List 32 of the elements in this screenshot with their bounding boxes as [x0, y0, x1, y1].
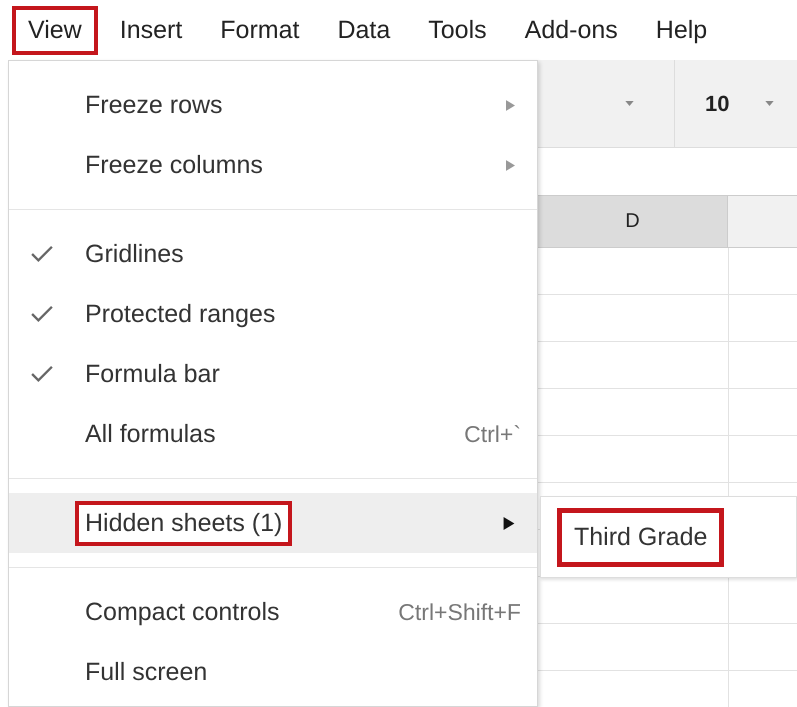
menu-item-label: Full screen	[84, 656, 208, 688]
shortcut-text: Ctrl+Shift+F	[398, 598, 521, 626]
menu-item-label: All formulas	[84, 418, 217, 450]
caret-icon[interactable]	[625, 101, 634, 106]
menu-bar-item[interactable]: Data	[321, 6, 406, 54]
menu-bar-item[interactable]: View	[12, 6, 98, 54]
menu-bar-item[interactable]: Insert	[104, 6, 198, 54]
menu-item-label: Compact controls	[84, 596, 281, 628]
menu-item[interactable]: Hidden sheets (1)	[9, 493, 537, 553]
menu-bar-item[interactable]: Add-ons	[508, 6, 634, 54]
menu-item[interactable]: Gridlines	[9, 224, 537, 284]
menu-item[interactable]: Formula bar	[9, 344, 537, 404]
menu-item-label: Formula bar	[84, 358, 221, 390]
menu-item[interactable]: Full screen	[9, 642, 537, 702]
menu-bar-item[interactable]: Format	[204, 6, 316, 54]
font-size-value[interactable]: 10	[705, 90, 730, 116]
menu-bar-item[interactable]: Tools	[412, 6, 503, 54]
menu-bar-item[interactable]: Help	[640, 6, 724, 54]
menu-item-label: Protected ranges	[84, 298, 276, 330]
menu-item-label: Hidden sheets (1)	[75, 500, 292, 546]
menu-item[interactable]: Freeze columns	[9, 135, 537, 195]
menu-item[interactable]: Protected ranges	[9, 284, 537, 344]
shortcut-text: Ctrl+`	[464, 420, 521, 448]
column-header[interactable]: D	[538, 196, 728, 247]
submenu-item[interactable]: Third Grade	[557, 508, 724, 566]
menu-item-label: Gridlines	[84, 238, 185, 270]
menu-item[interactable]: All formulas Ctrl+`	[9, 404, 537, 464]
menu-item-label: Freeze rows	[84, 90, 224, 120]
menu-item-label: Freeze columns	[84, 150, 264, 180]
caret-icon[interactable]	[765, 101, 774, 106]
menu-item[interactable]: Compact controls Ctrl+Shift+F	[9, 582, 537, 642]
menu-item[interactable]: Freeze rows	[9, 75, 537, 135]
